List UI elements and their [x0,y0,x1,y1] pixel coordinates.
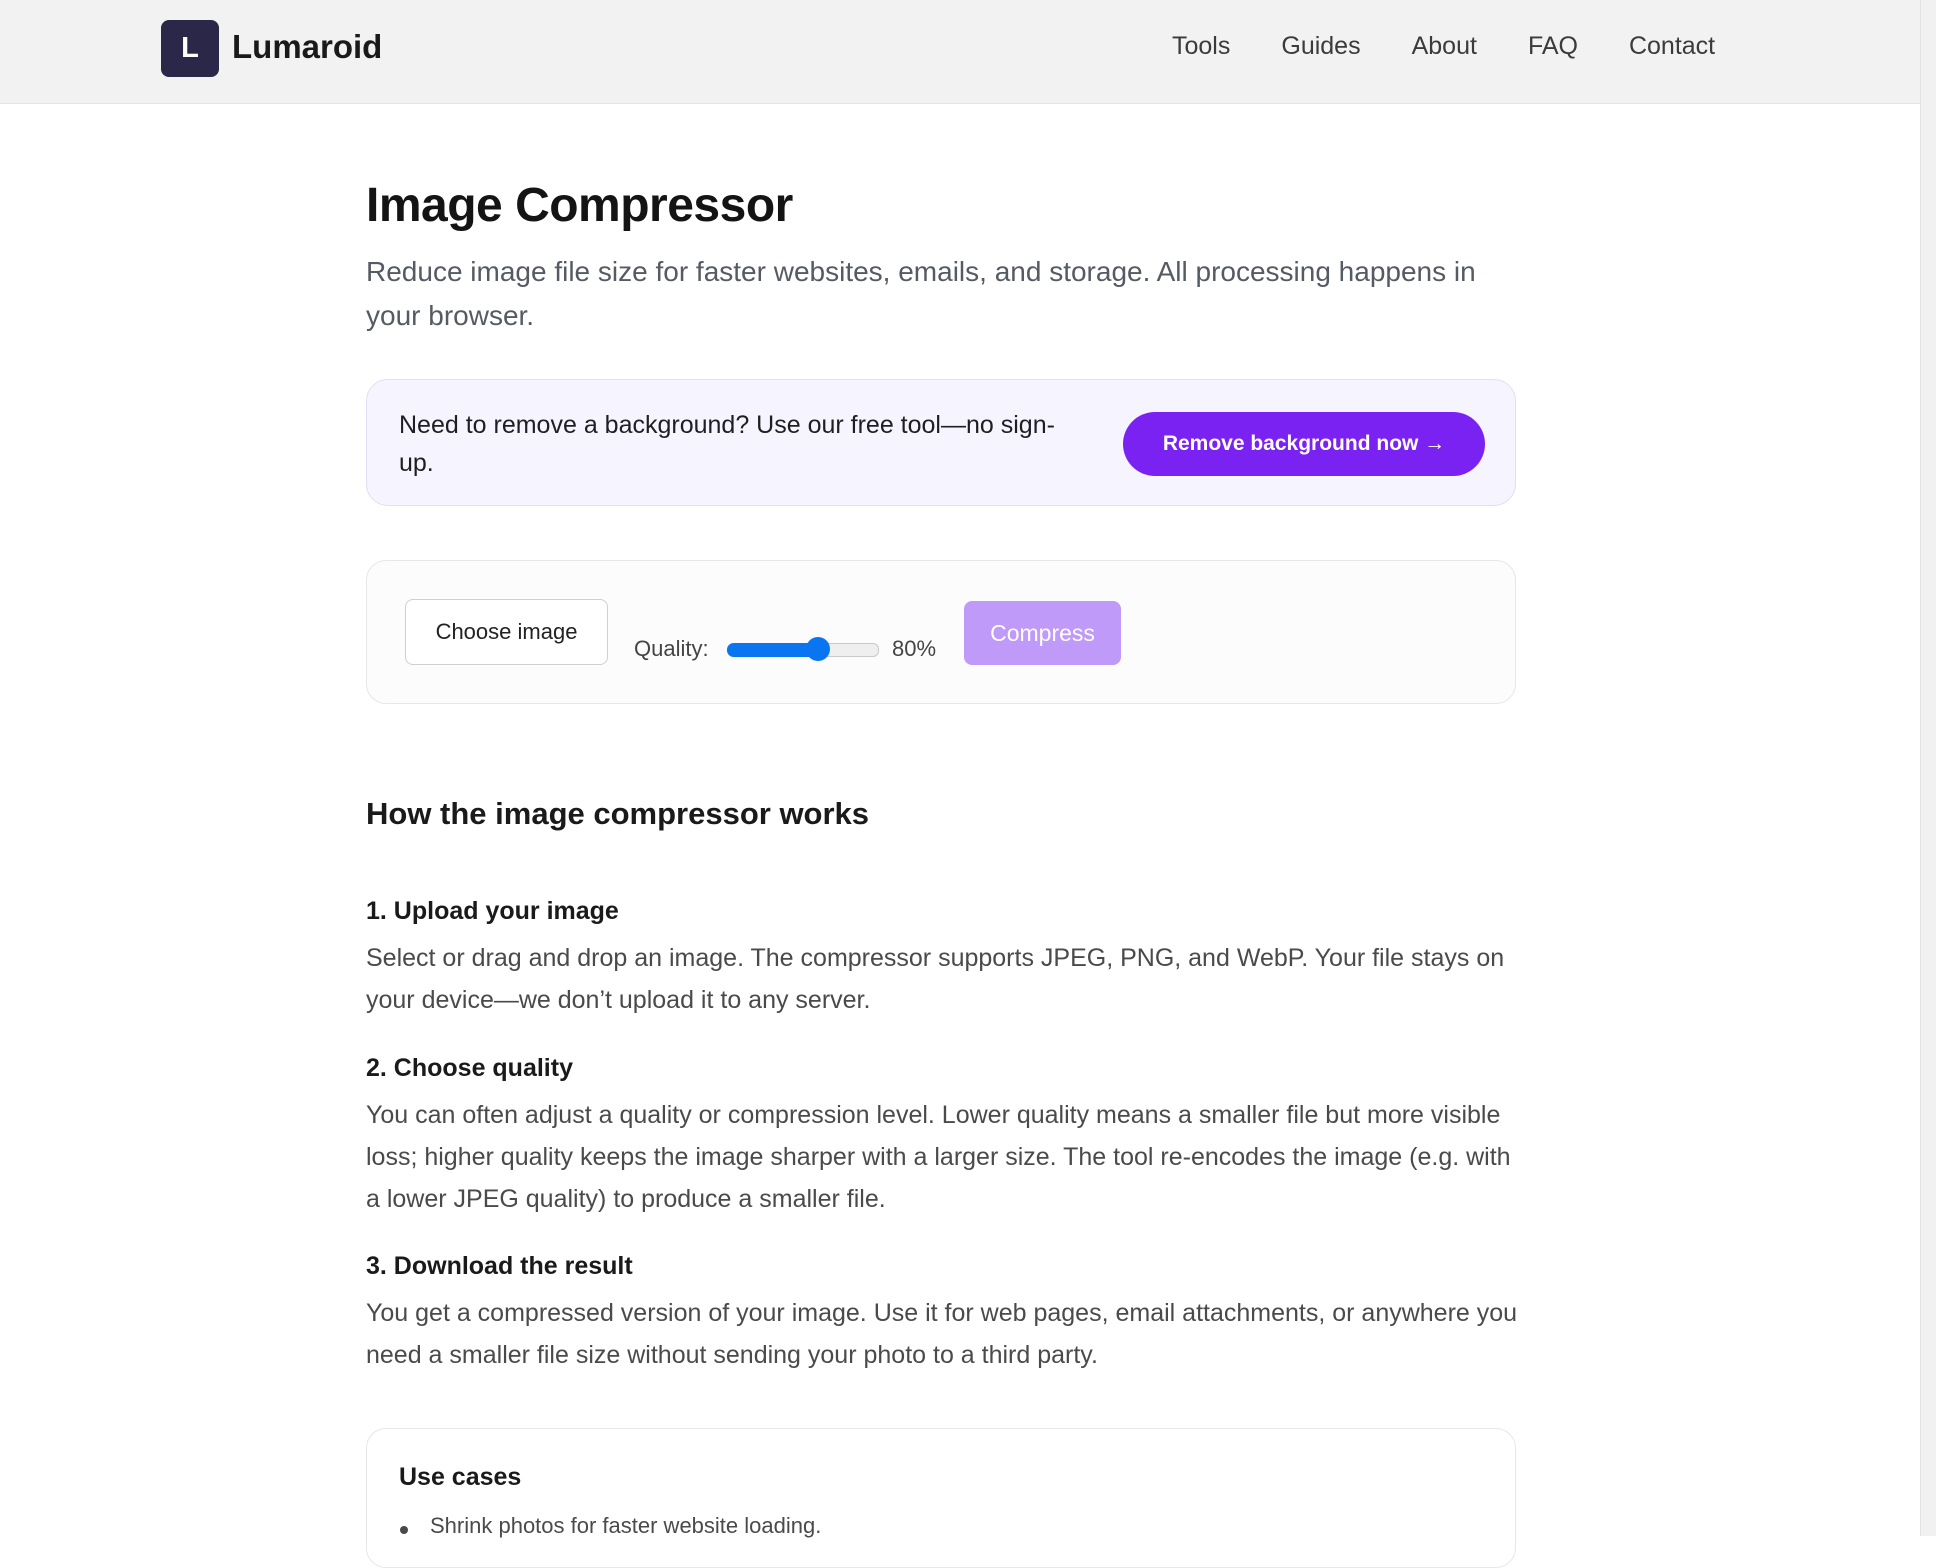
use-case-item: Shrink photos for faster website loading… [399,1513,821,1539]
slider-thumb[interactable] [806,637,830,661]
remove-background-button[interactable]: Remove background now → [1123,412,1485,476]
step-2-title: 2. Choose quality [366,1054,573,1082]
nav-item-tools[interactable]: Tools [1172,32,1230,61]
use-cases-title: Use cases [399,1463,522,1491]
page-title: Image Compressor [366,179,793,232]
compress-button[interactable]: Compress [964,601,1121,665]
choose-image-button[interactable]: Choose image [405,599,608,665]
brand-name[interactable]: Lumaroid [232,28,382,66]
step-3-title: 3. Download the result [366,1252,633,1280]
promo-banner: Need to remove a background? Use our fre… [366,379,1516,506]
main-nav: Tools Guides About FAQ Contact [1172,32,1715,61]
use-cases-list: Shrink photos for faster website loading… [399,1513,821,1539]
quality-label: Quality: [634,636,709,661]
nav-item-faq[interactable]: FAQ [1528,32,1578,61]
site-header: L Lumaroid Tools Guides About FAQ Contac… [0,0,1936,104]
how-it-works-heading: How the image compressor works [366,796,870,831]
step-1-title: 1. Upload your image [366,897,619,925]
page-scrollbar[interactable] [1920,0,1936,1536]
use-cases-card: Use cases Shrink photos for faster websi… [366,1428,1516,1568]
nav-item-about[interactable]: About [1412,32,1477,61]
step-2-text: You can often adjust a quality or compre… [366,1101,1511,1213]
promo-text: Need to remove a background? Use our fre… [399,411,1055,477]
logo-icon[interactable]: L [161,20,219,77]
quality-slider[interactable] [727,637,879,661]
step-1-text: Select or drag and drop an image. The co… [366,944,1505,1014]
quality-value: 80% [892,636,937,661]
page-subtitle: Reduce image file size for faster websit… [366,256,1476,331]
nav-item-guides[interactable]: Guides [1281,32,1360,61]
compressor-panel: Choose image Quality: 80% Compress [366,560,1516,704]
nav-item-contact[interactable]: Contact [1629,32,1715,61]
step-3-text: You get a compressed version of your ima… [366,1299,1518,1369]
